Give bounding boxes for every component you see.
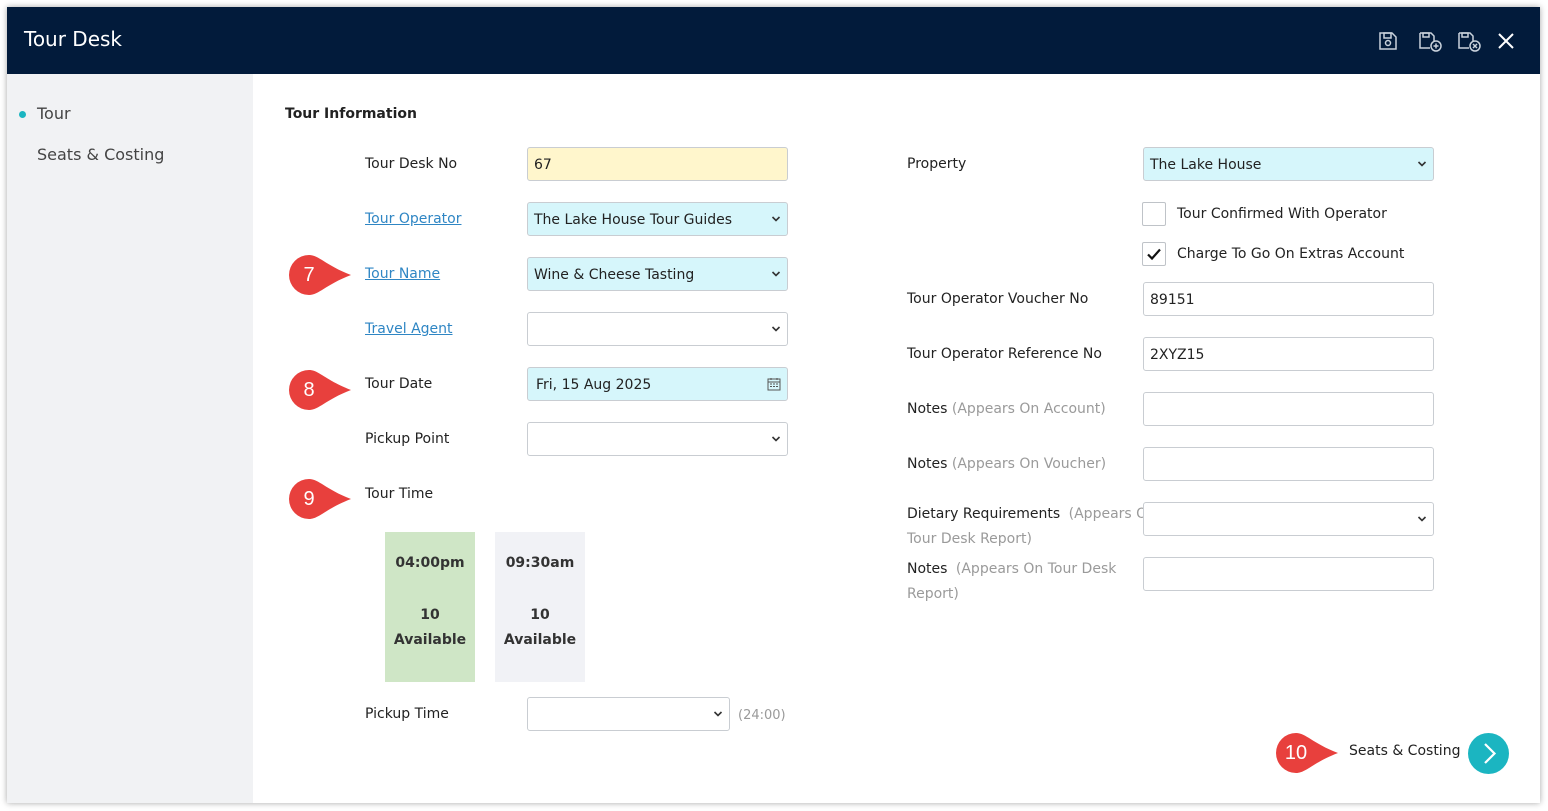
notes-report-hint: (Appears On Tour Desk: [955, 561, 1117, 577]
notes-account-label: Notes (Appears On Account): [907, 401, 1106, 417]
chevron-down-icon: [771, 436, 781, 442]
tour-date-value: Fri, 15 Aug 2025: [536, 377, 652, 393]
tour-desk-no-label: Tour Desk No: [365, 156, 458, 172]
active-indicator: [19, 111, 26, 118]
time-slot-card[interactable]: 04:00pm 10 Available: [385, 532, 475, 682]
pickup-point-label: Pickup Point: [365, 431, 450, 447]
chevron-right-icon: [1484, 743, 1497, 764]
tour-date-input[interactable]: Fri, 15 Aug 2025: [527, 367, 788, 401]
chevron-down-icon: [771, 271, 781, 277]
pickup-point-select[interactable]: [527, 422, 788, 456]
slot-count: 10: [530, 607, 550, 623]
chevron-down-icon: [771, 216, 781, 222]
tour-time-label: Tour Time: [365, 486, 434, 502]
sidebar: Tour Seats & Costing: [7, 74, 253, 803]
checkmark-icon: [1147, 248, 1161, 261]
slot-status: Available: [393, 632, 467, 648]
chevron-down-icon: [771, 326, 781, 332]
section-title: Tour Information: [285, 106, 417, 122]
close-icon[interactable]: [1494, 29, 1518, 53]
sidebar-item-tour[interactable]: Tour: [37, 104, 71, 123]
title-bar: Tour Desk: [7, 7, 1540, 74]
tour-operator-value: The Lake House Tour Guides: [534, 212, 733, 228]
save-close-icon[interactable]: [1456, 29, 1482, 53]
time-slot-card[interactable]: 09:30am 10 Available: [495, 532, 585, 682]
notes-account-hint: (Appears On Account): [951, 401, 1106, 417]
chevron-down-icon: [1417, 161, 1427, 167]
notes-report-label: Notes (Appears On Tour Desk: [907, 561, 1116, 577]
next-button[interactable]: [1468, 733, 1509, 774]
notes-account-title: Notes: [907, 401, 948, 417]
notes-report-title: Notes: [907, 561, 948, 577]
chevron-down-icon: [1417, 516, 1427, 522]
slot-status: Available: [503, 632, 577, 648]
tour-confirmed-checkbox[interactable]: [1142, 202, 1166, 226]
dietary-label: Dietary Requirements (Appears On: [907, 506, 1156, 522]
dietary-select[interactable]: [1143, 502, 1434, 536]
window-title: Tour Desk: [24, 27, 123, 51]
annotation-marker: 7: [289, 255, 351, 295]
notes-report-input[interactable]: [1143, 557, 1434, 591]
tour-date-label: Tour Date: [365, 376, 433, 392]
tour-desk-no-input[interactable]: 67: [527, 147, 788, 181]
reference-no-input[interactable]: 2XYZ15: [1143, 337, 1434, 371]
tour-name-link[interactable]: Tour Name: [365, 266, 440, 282]
annotation-number: 10: [1284, 742, 1308, 764]
calendar-icon[interactable]: [767, 377, 781, 391]
save-icon[interactable]: [1376, 29, 1400, 53]
pickup-time-hint: (24:00): [738, 708, 786, 723]
voucher-no-label: Tour Operator Voucher No: [907, 291, 1089, 307]
dietary-hint-continued: Tour Desk Report): [907, 531, 1032, 547]
pickup-time-select[interactable]: [527, 697, 730, 731]
save-new-icon[interactable]: [1417, 29, 1443, 53]
voucher-no-input[interactable]: 89151: [1143, 282, 1434, 316]
tour-operator-select[interactable]: The Lake House Tour Guides: [527, 202, 788, 236]
annotation-number: 8: [303, 379, 315, 401]
slot-time: 09:30am: [505, 555, 575, 571]
tour-operator-link[interactable]: Tour Operator: [365, 211, 461, 227]
annotation-marker: 8: [289, 370, 351, 410]
tour-desk-no-value: 67: [534, 157, 552, 173]
property-label: Property: [907, 156, 967, 172]
annotation-marker: 10: [1276, 733, 1338, 773]
property-select[interactable]: The Lake House: [1143, 147, 1434, 181]
tour-confirmed-label: Tour Confirmed With Operator: [1177, 206, 1387, 222]
voucher-no-value: 89151: [1150, 292, 1195, 308]
annotation-number: 9: [303, 488, 315, 510]
tour-name-select[interactable]: Wine & Cheese Tasting: [527, 257, 788, 291]
notes-voucher-input[interactable]: [1143, 447, 1434, 481]
notes-voucher-label: Notes (Appears On Voucher): [907, 456, 1106, 472]
dietary-title: Dietary Requirements: [907, 506, 1061, 522]
tour-desk-window: Tour Desk Tour Seats & Costing Tour Info…: [7, 7, 1540, 803]
annotation-marker: 9: [289, 479, 351, 519]
charge-extras-checkbox[interactable]: [1142, 242, 1166, 266]
reference-no-label: Tour Operator Reference No: [907, 346, 1102, 362]
sidebar-item-seats-costing[interactable]: Seats & Costing: [37, 145, 164, 164]
tour-name-value: Wine & Cheese Tasting: [534, 267, 695, 283]
travel-agent-link[interactable]: Travel Agent: [365, 321, 453, 337]
property-value: The Lake House: [1150, 157, 1262, 173]
chevron-down-icon: [713, 711, 723, 717]
notes-voucher-hint: (Appears On Voucher): [951, 456, 1107, 472]
pickup-time-label: Pickup Time: [365, 706, 449, 722]
travel-agent-select[interactable]: [527, 312, 788, 346]
notes-report-hint-continued: Report): [907, 586, 959, 602]
slot-time: 04:00pm: [395, 555, 465, 571]
notes-account-input[interactable]: [1143, 392, 1434, 426]
charge-extras-label: Charge To Go On Extras Account: [1177, 246, 1405, 262]
reference-no-value: 2XYZ15: [1150, 347, 1205, 363]
slot-count: 10: [420, 607, 440, 623]
notes-voucher-title: Notes: [907, 456, 948, 472]
annotation-number: 7: [303, 264, 315, 286]
next-section-label[interactable]: Seats & Costing: [1349, 743, 1460, 759]
